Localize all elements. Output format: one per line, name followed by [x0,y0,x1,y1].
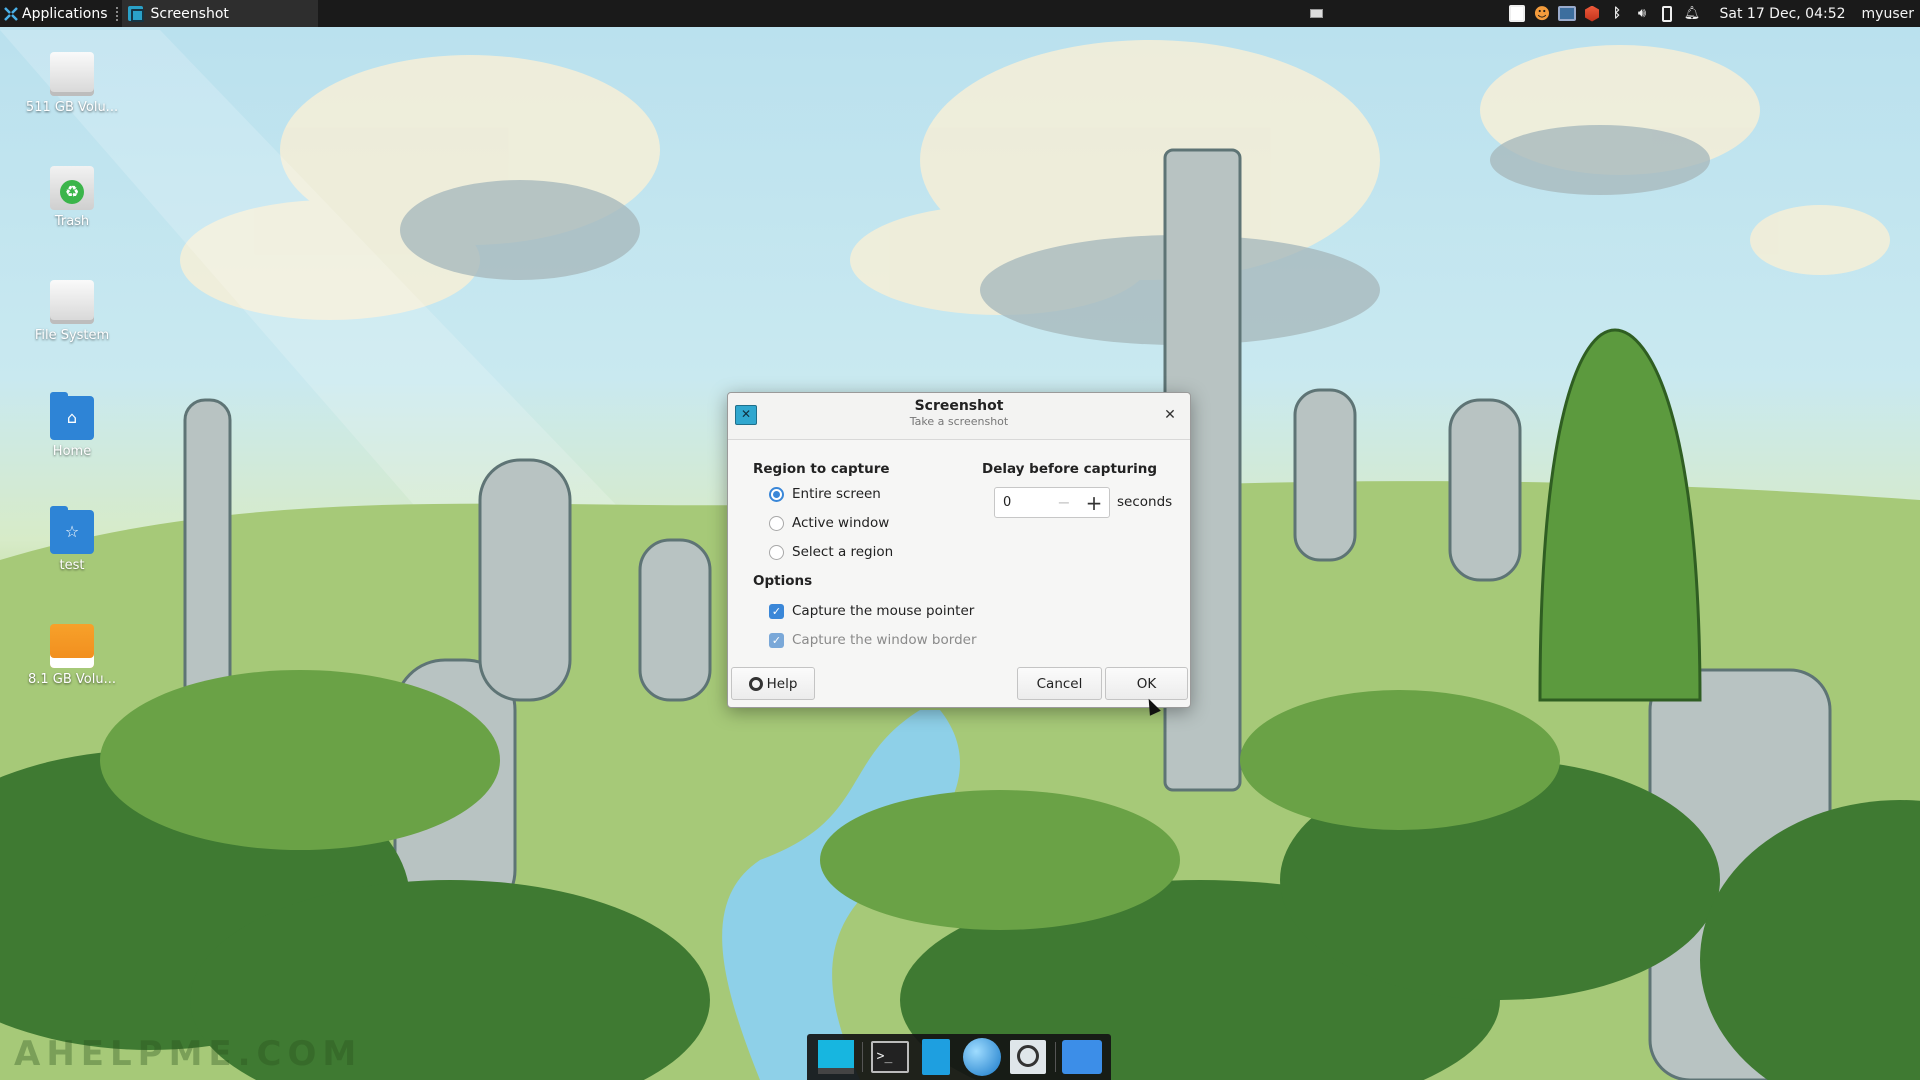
network-icon[interactable] [1558,4,1577,23]
applications-label: Applications [22,5,108,22]
dialog-title: Screenshot [914,398,1004,414]
top-panel: Applications Screenshot ☻ ᛒ 🔊︎ 🔔︎ Sat 17… [0,0,1920,27]
radio-entire-screen[interactable]: Entire screen [769,486,881,502]
star-folder-icon: ☆ [50,506,94,554]
system-tray: ☻ ᛒ 🔊︎ 🔔︎ [1502,0,1708,27]
battery-icon[interactable] [1658,4,1677,23]
workspace-switcher[interactable] [1292,0,1342,27]
trash-icon [50,166,94,210]
desktop-icon-label: 8.1 GB Volu... [27,672,117,687]
checkbox-checked-icon[interactable]: ✓ [769,603,784,619]
screenshot-app-icon [127,6,144,22]
checkbox-checked-icon[interactable]: ✓ [769,632,784,648]
delay-value[interactable]: 0 [995,495,1049,510]
workspace-area[interactable] [1342,0,1502,27]
screenshot-dialog: Screenshot Take a screenshot ✕ Region to… [727,392,1191,708]
bell-icon[interactable]: 🔔︎ [1683,4,1702,23]
checkbox-label: Capture the window border [792,632,977,648]
usb-drive-icon [50,624,94,668]
desktop-icon-label: File System [34,328,110,343]
dock: >_ [807,1034,1111,1080]
xfce-logo-icon [4,6,18,21]
taskbar-item-screenshot[interactable]: Screenshot [121,0,318,27]
checkbox-capture-pointer[interactable]: ✓ Capture the mouse pointer [769,603,974,619]
dock-separator [1054,1042,1056,1072]
help-icon [748,676,763,691]
desktop-icon-label: Trash [54,214,90,229]
delay-unit: seconds [1117,494,1173,510]
options-heading: Options [753,573,813,589]
notes-icon[interactable] [1508,4,1527,23]
desktop-icon-trash[interactable]: Trash [22,166,122,229]
cancel-button-label: Cancel [1036,675,1083,692]
desktop-icon-label: 511 GB Volu... [25,100,119,115]
shield-icon[interactable] [1583,4,1602,23]
checkbox-capture-border[interactable]: ✓ Capture the window border [769,632,977,648]
cancel-button[interactable]: Cancel [1017,667,1102,700]
dialog-footer: Help Cancel OK [728,660,1190,707]
radio-unchecked-icon[interactable] [769,544,784,560]
clock[interactable]: Sat 17 Dec, 04:52 [1708,6,1856,22]
desktop-icon-label: Home [52,444,92,459]
watermark: AHELPME.COM [14,1034,363,1074]
user-menu[interactable]: myuser [1856,6,1920,22]
screenshot-app-icon [735,405,757,425]
increment-icon[interactable]: + [1079,491,1109,515]
bluetooth-icon[interactable]: ᛒ [1608,4,1627,23]
file-manager-icon[interactable] [916,1037,956,1077]
decrement-icon[interactable]: − [1049,493,1079,512]
folder-icon[interactable] [1061,1037,1102,1077]
help-button[interactable]: Help [731,667,815,700]
panel-separator [115,6,118,21]
radio-label: Active window [792,515,890,531]
checkbox-label: Capture the mouse pointer [792,603,975,619]
terminal-prompt: >_ [870,1041,909,1073]
dialog-subtitle: Take a screenshot [909,415,1009,428]
desktop-icon-volume-511gb[interactable]: 511 GB Volu... [22,52,122,115]
app-finder-icon[interactable] [1008,1037,1048,1077]
taskbar-item-label: Screenshot [150,5,229,22]
dock-separator [862,1042,864,1072]
workspace-1[interactable] [1310,9,1324,18]
desktop-icon-label: test [59,558,85,573]
show-desktop-icon[interactable] [816,1037,856,1077]
desktop-icon-home[interactable]: ⌂ Home [22,392,122,459]
delay-spinbutton[interactable]: 0 − + [994,487,1110,518]
radio-label: Select a region [792,544,894,560]
drive-icon [50,52,94,96]
dialog-titlebar[interactable]: Screenshot Take a screenshot ✕ [728,393,1190,440]
drive-icon [50,280,94,324]
desktop-icon-file-system[interactable]: File System [22,280,122,343]
radio-label: Entire screen [792,486,881,502]
applications-menu[interactable]: Applications [0,0,112,27]
terminal-icon[interactable]: >_ [870,1037,910,1077]
home-folder-icon: ⌂ [50,392,94,440]
volume-icon[interactable]: 🔊︎ [1633,4,1652,23]
help-button-label: Help [766,675,798,692]
radio-unchecked-icon[interactable] [769,515,784,531]
ok-button[interactable]: OK [1105,667,1188,700]
desktop-icon-volume-8gb[interactable]: 8.1 GB Volu... [22,624,122,687]
update-icon[interactable]: ☻ [1533,4,1552,23]
dialog-body: Region to capture Entire screen Active w… [728,440,1190,660]
desktop-icon-test[interactable]: ☆ test [22,506,122,573]
radio-active-window[interactable]: Active window [769,515,889,531]
close-icon[interactable]: ✕ [1160,405,1180,425]
ok-button-label: OK [1136,675,1157,692]
web-browser-icon[interactable] [962,1037,1002,1077]
radio-select-region[interactable]: Select a region [769,544,893,560]
radio-checked-icon[interactable] [769,486,784,502]
region-heading: Region to capture [753,461,890,477]
delay-heading: Delay before capturing [982,461,1158,477]
